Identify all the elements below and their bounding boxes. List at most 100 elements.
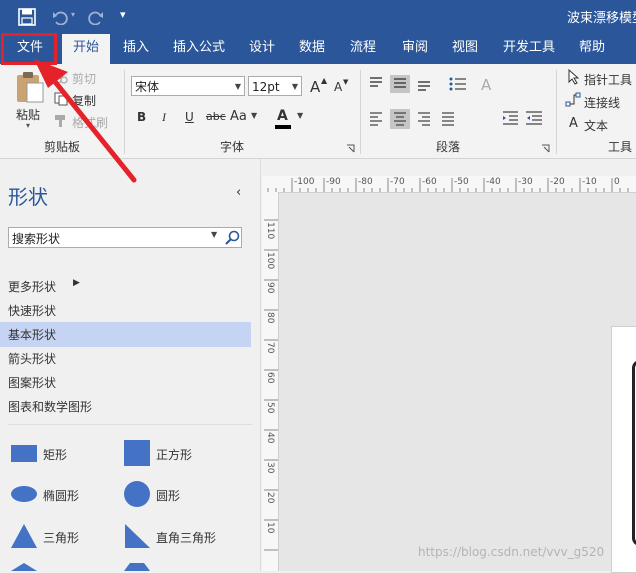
right-triangle-shape-icon[interactable] (123, 523, 151, 549)
menu-pattern-shapes[interactable]: 图案形状 (8, 374, 56, 391)
align-left-icon (370, 112, 382, 126)
drawn-shape-edge[interactable] (632, 360, 636, 546)
ruler-label: 110 (265, 222, 275, 240)
square-shape-icon[interactable] (123, 439, 151, 467)
pointer-tool-button[interactable]: 指针工具 (584, 71, 632, 88)
tab-review[interactable]: 审阅 (392, 34, 438, 64)
ruler-label: 80 (265, 312, 275, 324)
ribbon-separator (556, 70, 557, 154)
font-size-value: 12pt (252, 80, 280, 94)
annotation-arrow-icon (34, 59, 137, 183)
ruler-label: 0 (614, 177, 620, 187)
pentagon-shape-icon[interactable] (10, 563, 38, 571)
alignment-top-row (370, 75, 430, 93)
chevron-down-icon[interactable]: ▼ (297, 111, 303, 120)
menu-basic-shapes[interactable]: 基本形状 (8, 326, 56, 343)
chevron-down-icon[interactable]: ▼ (251, 111, 257, 120)
drawing-canvas[interactable] (279, 193, 636, 573)
tab-help[interactable]: 帮助 (570, 34, 614, 64)
horizontal-ruler[interactable]: -100 -90 -80 -70 -60 -50 -40 -30 -20 -10… (262, 176, 636, 193)
vertical-ruler[interactable]: 110 100 90 80 70 60 50 40 30 20 10 (262, 192, 279, 571)
hexagon-shape-icon[interactable] (123, 563, 151, 571)
canvas-header-space (262, 159, 636, 176)
ruler-label: 40 (265, 432, 275, 444)
ruler-label: 70 (265, 342, 275, 354)
menu-arrow-shapes[interactable]: 箭头形状 (8, 350, 56, 367)
chevron-down-icon[interactable]: ▼ (211, 230, 217, 239)
menu-chart-math-shapes[interactable]: 图表和数学图形 (8, 398, 92, 415)
ruler-label: -10 (582, 177, 597, 187)
tab-developer[interactable]: 开发工具 (498, 34, 560, 64)
align-top-icon (370, 77, 382, 87)
strikethrough-button[interactable]: abc (206, 110, 226, 123)
align-bottom-icon (418, 81, 430, 91)
font-size-combo[interactable]: 12pt ▼ (248, 76, 302, 96)
search-icon[interactable] (225, 230, 240, 245)
redo-icon[interactable] (88, 9, 104, 25)
shape-circle-label[interactable]: 圆形 (156, 487, 180, 504)
ellipse-shape-icon[interactable] (10, 484, 38, 504)
underline-button[interactable]: U (185, 110, 194, 124)
font-color-button[interactable]: A (277, 108, 288, 124)
undo-dropdown-icon[interactable]: ▾ (71, 10, 75, 19)
title-bar: ▾ ▾ 波束漂移模型 (0, 0, 636, 34)
triangle-shape-icon[interactable] (10, 523, 38, 549)
shape-right-triangle-label[interactable]: 直角三角形 (156, 529, 216, 546)
ruler-label: 30 (265, 462, 275, 474)
circle-shape-icon[interactable] (123, 480, 151, 508)
text-tool-button[interactable]: 文本 (584, 117, 608, 134)
pointer-icon (568, 69, 579, 85)
shrink-font-button[interactable]: A (334, 80, 342, 94)
chevron-down-icon[interactable]: ▼ (292, 77, 298, 97)
ruler-label: -90 (326, 177, 341, 187)
ruler-label: 90 (265, 282, 275, 294)
tab-insert-formula[interactable]: 插入公式 (164, 34, 234, 64)
text-tool-icon: A (569, 116, 578, 131)
tab-design[interactable]: 设计 (240, 34, 284, 64)
shape-triangle-label[interactable]: 三角形 (43, 529, 79, 546)
customize-icon[interactable]: ▾ (120, 8, 126, 21)
rectangle-shape-icon[interactable] (10, 442, 38, 464)
shape-ellipse-label[interactable]: 椭圆形 (43, 487, 79, 504)
panel-divider (8, 424, 252, 425)
chevron-down-icon[interactable]: ▼ (235, 77, 241, 97)
tab-view[interactable]: 视图 (442, 34, 488, 64)
italic-button[interactable]: I (162, 110, 166, 125)
increase-font-icon[interactable]: A (481, 76, 491, 94)
ruler-label: -50 (454, 177, 469, 187)
menu-quick-shapes[interactable]: 快速形状 (8, 302, 56, 319)
paragraph-group-label: 段落 (436, 140, 461, 154)
grow-font-icon: ▲ (321, 76, 328, 85)
save-icon[interactable] (18, 8, 36, 26)
collapse-panel-icon[interactable]: ‹ (236, 185, 241, 200)
ruler-label: 20 (265, 492, 275, 504)
tab-process[interactable]: 流程 (340, 34, 386, 64)
bullets-icon[interactable] (448, 76, 468, 92)
undo-icon[interactable] (52, 9, 68, 25)
connector-icon (565, 92, 581, 107)
indent-buttons[interactable] (502, 110, 544, 128)
tab-data[interactable]: 数据 (290, 34, 334, 64)
dialog-launcher-icon[interactable] (346, 144, 355, 153)
dialog-launcher-icon[interactable] (541, 144, 550, 153)
ruler-label: 50 (265, 402, 275, 414)
shape-rectangle-label[interactable]: 矩形 (43, 446, 67, 463)
grow-font-button[interactable]: A (310, 78, 320, 96)
search-input[interactable]: 搜索形状 (12, 230, 60, 247)
ruler-label: 10 (265, 522, 275, 534)
ribbon-separator (360, 70, 361, 154)
justify-icon (442, 112, 454, 126)
connector-tool-button[interactable]: 连接线 (584, 94, 620, 111)
menu-more-shapes[interactable]: 更多形状 (8, 278, 56, 295)
shape-square-label[interactable]: 正方形 (156, 446, 192, 463)
ruler-label: -40 (486, 177, 501, 187)
change-case-button[interactable]: Aa (230, 109, 247, 124)
ruler-label: 60 (265, 372, 275, 384)
drawing-page[interactable] (611, 326, 636, 573)
ruler-label: -20 (550, 177, 565, 187)
ruler-label: -80 (358, 177, 373, 187)
ruler-label: -70 (390, 177, 405, 187)
shrink-font-icon: ▼ (343, 78, 349, 86)
font-color-swatch (275, 125, 291, 129)
shapes-panel: 形状 ‹ 搜索形状 ▼ 更多形状 ▶ 快速形状 基本形状 箭头形状 图案形状 图… (0, 159, 261, 571)
